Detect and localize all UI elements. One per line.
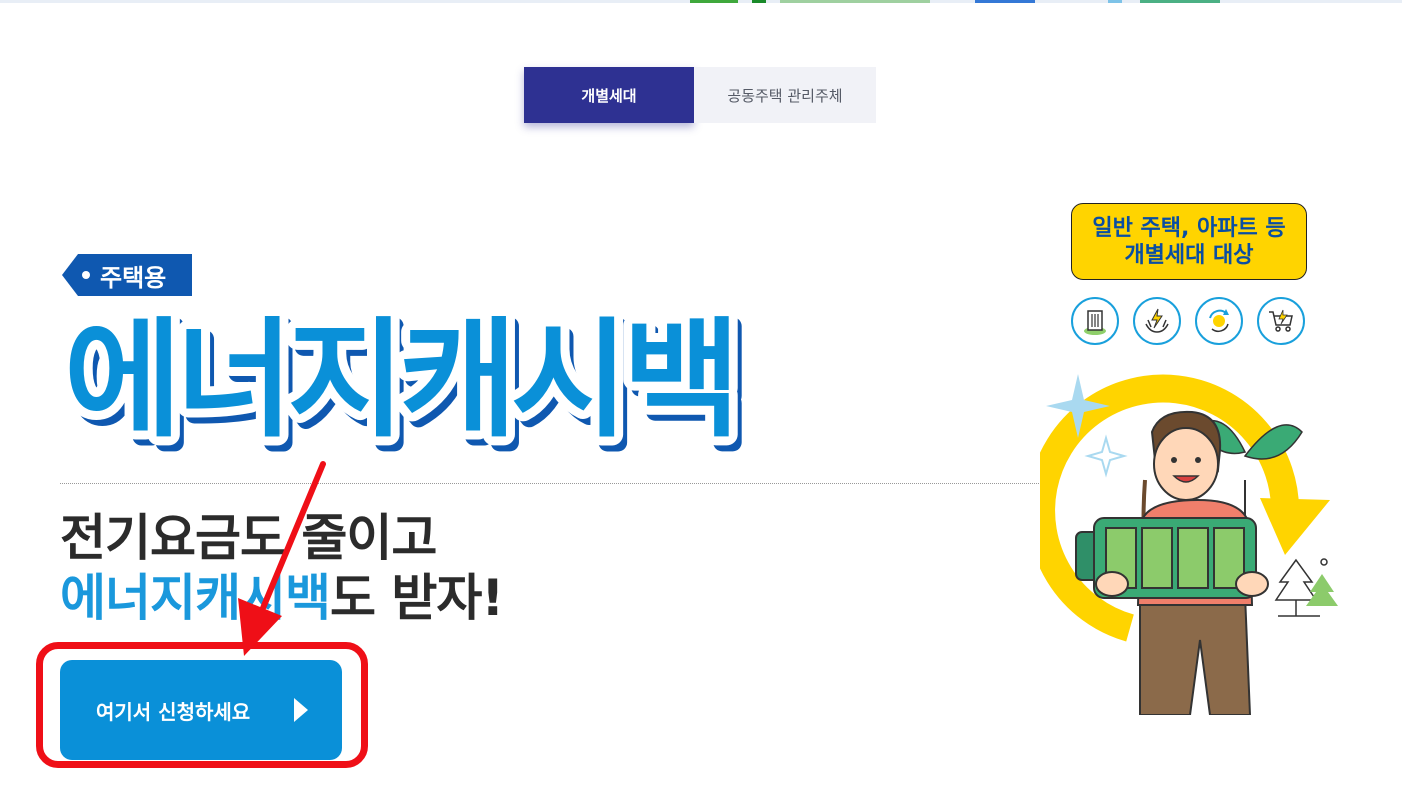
target-line2: 개별세대 대상 <box>1124 242 1254 268</box>
building-icon <box>1071 297 1119 345</box>
badge-label: 주택용 <box>100 263 167 292</box>
feature-icons <box>1071 297 1305 345</box>
badge-dot <box>82 271 90 279</box>
category-badge: 주택용 <box>62 254 192 296</box>
energy-saving-illustration <box>1040 374 1338 715</box>
page-title: 에너지캐시백 에너지캐시백 에너지캐시백 <box>55 296 800 470</box>
target-audience-box: 일반 주택, 아파트 등 개별세대 대상 <box>1071 203 1307 280</box>
target-line1: 일반 주택, 아파트 등 <box>1092 215 1286 241</box>
top-strip <box>0 0 1402 3</box>
tab-individual-household[interactable]: 개별세대 <box>524 67 694 123</box>
tab-group: 개별세대 공동주택 관리주체 <box>524 67 876 123</box>
recycle-icon <box>1195 297 1243 345</box>
cart-icon <box>1257 297 1305 345</box>
headline-rest: 도 받자! <box>330 569 504 627</box>
tab-apartment-management[interactable]: 공동주택 관리주체 <box>694 67 876 123</box>
divider <box>60 483 1045 484</box>
annotation-arrow-icon <box>238 461 326 656</box>
hands-energy-icon <box>1133 297 1181 345</box>
annotation-highlight-box <box>36 642 368 768</box>
title-text: 에너지캐시백 <box>64 306 735 455</box>
